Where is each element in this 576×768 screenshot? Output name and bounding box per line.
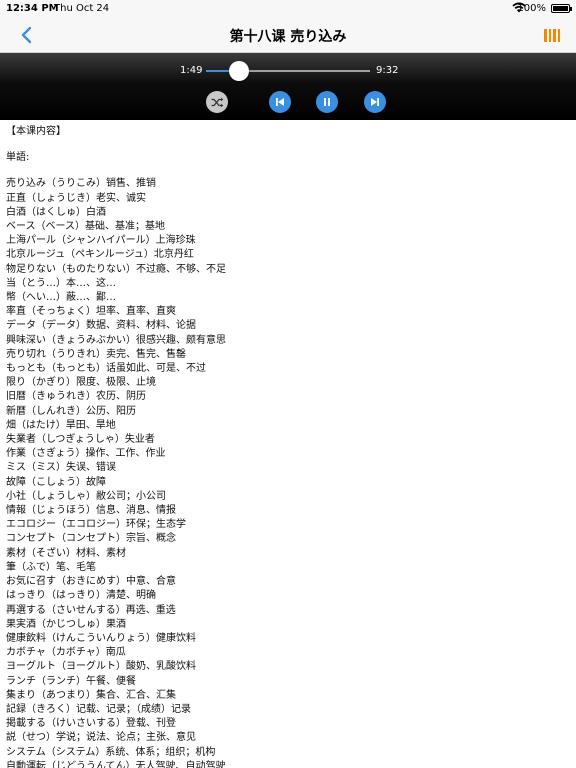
vocab-item: コンセプト（コンセプト）宗旨、概念 <box>6 533 176 545</box>
vocab-item: 上海パール（シャンハイパール）上海珍珠 <box>6 235 196 247</box>
page-title: 第十八课 売り込み <box>229 29 347 45</box>
previous-button[interactable] <box>269 91 291 113</box>
vocab-item: ヨーグルト（ヨーグルト）酸奶、乳酸饮料 <box>6 661 196 673</box>
vocab-item: 畑（はたけ）旱田、旱地 <box>6 419 116 431</box>
vocab-item: 白酒（はくしゅ）白酒 <box>6 206 106 218</box>
vocab-item: もっとも（もっとも）话虽如此、可是、不过 <box>6 363 206 375</box>
vocab-item: データ（データ）数据、资料、材料、论据 <box>6 320 196 332</box>
vocab-item: 情報（じょうほう）信息、消息、情报 <box>6 505 176 517</box>
vocab-item: ミス（ミス）失误、错误 <box>6 462 116 474</box>
vocab-item: 自動運転（じどううんてん）无人驾驶、自动驾驶 <box>6 760 226 768</box>
shuffle-button[interactable] <box>206 91 228 113</box>
skip-back-icon <box>276 98 284 106</box>
battery-percent: 100% <box>517 3 546 14</box>
vocab-item: 掲載する（けいさいする）登载、刊登 <box>6 718 176 730</box>
battery-icon <box>551 4 572 13</box>
vocab-item: 故障（こしょう）故障 <box>6 476 106 488</box>
vocab-list: 売り込み（うりこみ）销售、推销 正直（しょうじき）老实、诚实 白酒（はくしゅ）白酒ベ… <box>6 177 576 768</box>
vocab-item: システム（システム）系统、体系；组织；机构 <box>6 746 216 758</box>
vocab-item: 失業者（しつぎょうしゃ）失业者 <box>6 434 155 446</box>
vocab-item: 当（とう…）本…、这… <box>6 277 116 289</box>
vocab-item: 果実酒（かじつしゅ）果酒 <box>6 618 126 630</box>
vocab-item: 売り切れ（うりきれ）卖完、售完、售罄 <box>6 348 186 360</box>
shuffle-icon <box>211 97 223 107</box>
vocab-item: 再選する（さいせんする）再选、重选 <box>6 604 176 616</box>
vocab-item: 作業（さぎょう）操作、工作、作业 <box>6 448 166 460</box>
bars-icon <box>544 29 547 42</box>
words-label: 単語: <box>6 152 30 164</box>
vocab-item: 記録（きろく）记载、记录；（成绩）记录 <box>6 703 191 715</box>
vocab-item: 物足りない（ものたりない）不过瘾、不够、不足 <box>6 263 226 275</box>
menu-button[interactable] <box>544 29 560 42</box>
vocab-item: 健康飲料（けんこういんりょう）健康饮料 <box>6 632 196 644</box>
vocab-item: 筆（ふで）笔、毛笔 <box>6 561 96 573</box>
vocab-item: 売り込み（うりこみ）销售、推销 <box>6 178 156 190</box>
vocab-item: 幣（へい…）蔽…、鄙… <box>6 292 116 304</box>
vocab-item: 正直（しょうじき）老实、诚实 <box>6 192 146 204</box>
vocab-item: 興味深い（きょうみぶかい）很感兴趣、颇有意思 <box>6 334 226 346</box>
current-time: 1:49 <box>180 65 203 76</box>
slider-thumb[interactable] <box>229 61 250 81</box>
vocab-item: カボチャ（カボチャ）南瓜 <box>6 647 126 659</box>
section-title: 【本课内容】 <box>6 126 66 137</box>
next-button[interactable] <box>364 91 386 113</box>
status-time: 12:34 PM <box>6 3 59 14</box>
vocab-item: 限り（かぎり）限度、极限、止境 <box>6 377 156 389</box>
vocab-item: 旧暦（きゅうれき）农历、阴历 <box>6 391 146 403</box>
lesson-content[interactable]: 【本课内容】 単語: 売り込み（うりこみ）销售、推销 正直（しょうじき）老实、诚实… <box>0 121 576 768</box>
vocab-item: 素材（そざい）材料、素材 <box>6 547 126 559</box>
skip-forward-icon <box>371 98 379 106</box>
status-bar: 12:34 PM Thu Oct 24 100% <box>0 0 576 18</box>
status-date: Thu Oct 24 <box>54 3 110 14</box>
vocab-item: 北京ルージュ（ペキンルージュ）北京丹红 <box>6 249 194 261</box>
vocab-item: 説（せつ）学说；说法、论点；主张、意见 <box>6 732 196 744</box>
vocab-item: はっきり（はっきり）清楚、明确 <box>6 590 156 602</box>
vocab-item: お気に召す（おきにめす）中意、合意 <box>6 576 176 588</box>
pause-button[interactable] <box>316 91 338 113</box>
vocab-item: 集まり（あつまり）集合、汇合、汇集 <box>6 689 176 701</box>
vocab-item: 新暦（しんれき）公历、阳历 <box>6 405 136 417</box>
vocab-item: ランチ（ランチ）午餐、便餐 <box>6 675 136 687</box>
duration-time: 9:32 <box>376 65 399 76</box>
vocab-item: エコロジー（エコロジー）环保；生态学 <box>6 519 186 531</box>
vocab-item: ベース（ベース）基础、基准；基地 <box>6 221 165 233</box>
vocab-item: 率直（そっちょく）坦率、直率、直爽 <box>6 306 176 318</box>
vocab-item: 小社（しょうしゃ）敝公司；小公司 <box>6 490 166 502</box>
pause-icon <box>324 98 330 106</box>
audio-player: 1:49 9:32 <box>0 53 576 120</box>
navigation-bar: 第十八课 売り込み <box>0 18 576 53</box>
